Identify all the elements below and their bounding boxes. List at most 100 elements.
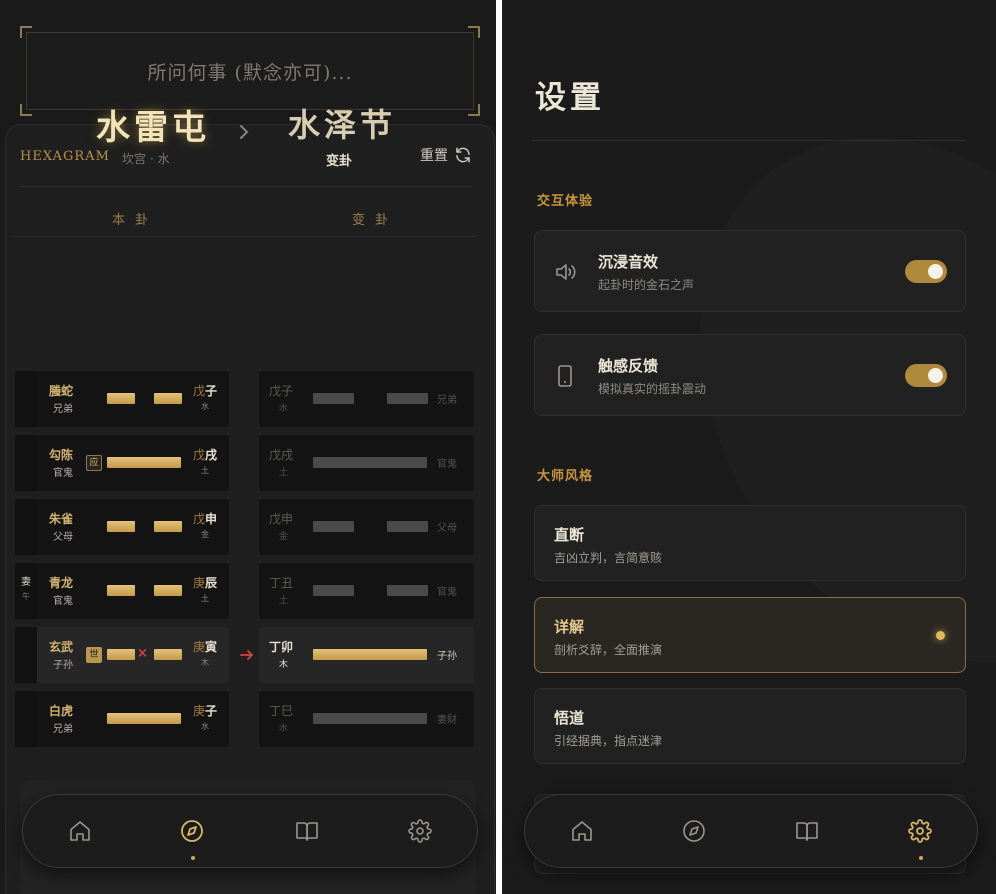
hidden-spirit — [15, 691, 37, 747]
six-relation: 官鬼 — [53, 468, 73, 479]
nav-home[interactable] — [570, 819, 596, 845]
wuxing: 木 — [201, 658, 209, 667]
yao-row[interactable]: 螣蛇 兄弟 戊子水戊子水兄弟 — [15, 371, 474, 427]
main-hexagram-palace: 坎宫 · 水 — [122, 152, 170, 166]
shi-badge: 世 — [86, 647, 102, 663]
moving-mark: × — [137, 646, 148, 661]
six-relation: 官鬼 — [53, 596, 73, 607]
gear-icon — [908, 819, 932, 843]
yin-line-left — [107, 393, 135, 404]
style-option-direct[interactable]: 直断 吉凶立判，言简意赅 — [534, 505, 966, 581]
nav-home[interactable] — [68, 819, 94, 845]
home-icon — [572, 821, 592, 841]
bottom-nav — [524, 794, 978, 868]
question-placeholder: 所问何事 (默念亦可)... — [147, 61, 353, 84]
yang-line — [107, 713, 181, 724]
changed-yao: 丁丑土 官鬼 — [259, 563, 474, 619]
najia: 庚寅 — [193, 638, 217, 655]
yin-line-left — [313, 393, 354, 404]
six-spirit: 玄武 — [49, 640, 74, 654]
section-label-style: 大师风格 — [537, 469, 594, 484]
nav-book[interactable] — [795, 819, 821, 845]
najia-branch: 子 — [205, 384, 218, 398]
yin-line-right — [387, 393, 428, 404]
main-yao: 朱雀 父母 戊申金 — [15, 499, 229, 555]
main-yao: 勾陈 官鬼 应 戊戌土 — [15, 435, 229, 491]
nav-book[interactable] — [295, 819, 321, 845]
divider — [532, 140, 966, 141]
toggle-knob — [928, 368, 943, 383]
book-icon — [296, 822, 318, 841]
style-option-detailed[interactable]: 详解 剖析爻辞，全面推演 — [534, 597, 966, 673]
question-box[interactable]: 所问何事 (默念亦可)... — [20, 26, 480, 116]
changed-yao: 丁巳水 妻财 — [259, 691, 474, 747]
style-option-enlighten[interactable]: 悟道 引经据典，指点迷津 — [534, 688, 966, 764]
yin-line-right — [154, 393, 182, 404]
six-relation: 父母 — [53, 532, 73, 543]
yin-line-left — [107, 649, 135, 660]
six-relation: 子孙 — [53, 660, 73, 671]
wuxing: 水 — [201, 402, 209, 411]
changed-hexagram-label: 变卦 — [326, 154, 353, 169]
changed-wuxing: 土 — [279, 468, 289, 478]
changed-relation: 官鬼 — [437, 587, 457, 598]
yao-row[interactable]: 玄武子孙 世 × 庚寅木 丁卯木 子孙 — [15, 627, 474, 683]
changed-relation: 父母 — [437, 523, 457, 534]
nav-settings[interactable] — [408, 819, 434, 845]
section-label-interaction: 交互体验 — [537, 194, 594, 209]
yao-row[interactable]: 妻午青龙 官鬼 庚辰土丁丑土官鬼 — [15, 563, 474, 619]
sound-setting-desc: 起卦时的金石之声 — [598, 278, 695, 292]
sound-toggle[interactable] — [905, 260, 947, 283]
hidden-spirit — [15, 435, 37, 491]
page-title: 设置 — [535, 80, 605, 116]
najia-branch: 申 — [205, 512, 218, 526]
yin-line-right — [154, 585, 182, 596]
changed-najia: 戊戌 — [269, 448, 294, 462]
main-yao: 妻午青龙 官鬼 庚辰土 — [15, 563, 229, 619]
wuxing: 金 — [201, 530, 209, 539]
gear-icon — [408, 819, 432, 843]
question-input[interactable]: 所问何事 (默念亦可)... — [26, 32, 474, 110]
yin-line-right — [387, 521, 428, 532]
najia-branch: 寅 — [205, 640, 218, 654]
yao-row[interactable]: 朱雀 父母 戊申金 戊申金 父母 — [15, 499, 474, 555]
najia-stem: 庚 — [193, 576, 206, 590]
main-yao: 白虎 兄弟 庚子水 — [15, 691, 229, 747]
yin-line-right — [154, 521, 182, 532]
bottom-nav — [22, 794, 478, 868]
najia-stem: 庚 — [193, 704, 206, 718]
changed-relation: 妻财 — [437, 715, 457, 726]
yang-line — [313, 649, 427, 660]
nav-settings[interactable] — [908, 819, 934, 845]
changed-wuxing: 木 — [279, 660, 289, 670]
nav-divination[interactable] — [682, 819, 708, 845]
chevron-right-icon — [240, 125, 249, 139]
wuxing: 土 — [201, 466, 209, 475]
najia: 戊戌 — [193, 446, 217, 463]
yin-line-right — [154, 649, 182, 660]
najia-branch: 戌 — [205, 448, 218, 462]
changed-najia: 戊子 — [269, 384, 294, 398]
changed-najia: 丁卯 — [269, 640, 294, 654]
changed-najia: 戊申 — [269, 512, 294, 526]
six-spirit: 螣蛇 — [49, 384, 74, 398]
compass-icon — [181, 820, 203, 842]
main-yao: 玄武子孙 世 × 庚寅木 — [15, 627, 229, 683]
divider — [14, 236, 476, 237]
changed-relation: 子孙 — [437, 651, 457, 662]
sound-setting-name: 沉浸音效 — [598, 253, 659, 271]
yao-row[interactable]: 勾陈 官鬼应戊戌土戊戌土官鬼 — [15, 435, 474, 491]
hexagram-label: HEXAGRAM — [20, 149, 110, 164]
changed-yao: 戊戌土 官鬼 — [259, 435, 474, 491]
nav-divination[interactable] — [180, 819, 206, 845]
haptic-toggle[interactable] — [905, 364, 947, 387]
active-indicator — [191, 856, 195, 860]
yao-row[interactable]: 白虎 兄弟 庚子水 丁巳水 妻财 — [15, 691, 474, 747]
changed-wuxing: 水 — [279, 404, 289, 414]
reset-button[interactable]: 重置 — [420, 145, 472, 165]
najia-branch: 子 — [205, 704, 218, 718]
changed-najia: 丁巳 — [269, 704, 294, 718]
ying-badge: 应 — [86, 455, 102, 471]
hidden-spirit: 妻午 — [15, 563, 37, 619]
changed-yao: 丁卯木 子孙 — [259, 627, 474, 683]
